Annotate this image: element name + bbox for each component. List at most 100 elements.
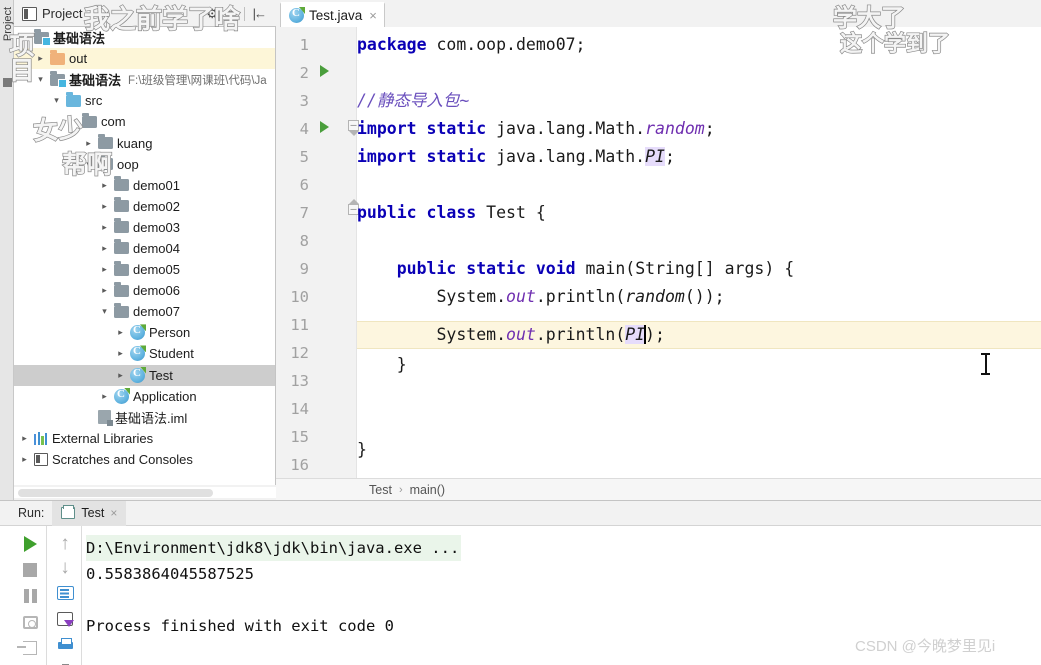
close-icon[interactable]: ×	[110, 506, 117, 520]
exit-icon[interactable]	[17, 637, 41, 659]
tree-item-label: External Libraries	[52, 430, 154, 446]
collapse-all-icon[interactable]: |←	[253, 6, 267, 21]
tree-item-iml[interactable]: 基础语法.iml	[14, 407, 275, 428]
chevron-right-icon[interactable]: ▸	[98, 201, 111, 212]
chevron-right-icon[interactable]: ▸	[98, 243, 111, 254]
project-hscroll-thumb[interactable]	[18, 489, 213, 497]
tree-item-[interactable]: ▾ 基础语法	[14, 27, 275, 48]
breadcrumb[interactable]: Test › main()	[276, 478, 1041, 500]
tree-item-com[interactable]: com	[14, 111, 275, 132]
tree-item-ScratchesandConsoles[interactable]: ▸ Scratches and Consoles	[14, 449, 275, 470]
soft-wrap-icon[interactable]	[54, 582, 76, 604]
tree-item-Person[interactable]: ▸ Person	[14, 322, 275, 343]
chevron-down-icon[interactable]: ▾	[98, 306, 111, 317]
tree-item-src[interactable]: ▾ src	[14, 90, 275, 111]
chevron-right-icon[interactable]: ▸	[98, 391, 111, 402]
tree-item-demo06[interactable]: ▸ demo06	[14, 280, 275, 301]
left-tool-strip: Project	[0, 0, 14, 500]
tree-item-[interactable]: ▾ 基础语法 F:\班级管理\网课班\代码\Ja	[14, 69, 275, 90]
tree-item-demo02[interactable]: ▸ demo02	[14, 196, 275, 217]
code-line-3: //静态导入包~	[357, 87, 469, 115]
pause-icon[interactable]	[19, 585, 41, 607]
random-call: random	[625, 287, 685, 306]
tree-item-Application[interactable]: ▸ Application	[14, 386, 275, 407]
tree-item-Test[interactable]: ▸ Test	[14, 364, 275, 386]
tree-item-Student[interactable]: ▸ Student	[14, 343, 275, 364]
breadcrumb-item-class[interactable]: Test	[369, 483, 392, 497]
run-tab-test[interactable]: Test ×	[52, 500, 127, 526]
line-number-7: 7	[299, 204, 309, 222]
project-tool-window-button[interactable]: Project	[2, 0, 14, 48]
line-number-12: 12	[290, 344, 309, 362]
project-tree-panel[interactable]: ▾ 基础语法 ▸ out ▾ 基础语法 F:\班级管理\网课班\代码\Ja ▾ src com ▸ k…	[14, 27, 276, 485]
tree-item-demo03[interactable]: ▸ demo03	[14, 217, 275, 238]
tree-item-label: Scratches and Consoles	[52, 451, 193, 467]
print-icon[interactable]	[54, 634, 76, 656]
pi-argument: PI	[625, 325, 646, 344]
tab-test-java[interactable]: Test.java ×	[280, 2, 385, 27]
trash-icon[interactable]	[54, 659, 76, 665]
tree-item-ExternalLibraries[interactable]: ▸ External Libraries	[14, 428, 275, 449]
chevron-right-icon[interactable]: ▸	[98, 285, 111, 296]
tree-item-demo05[interactable]: ▸ demo05	[14, 259, 275, 280]
excluded-folder-icon	[50, 49, 65, 65]
tree-item-label: out	[69, 51, 88, 67]
chevron-right-icon[interactable]: ▸	[18, 433, 31, 444]
chevron-right-icon[interactable]: ▸	[98, 222, 111, 233]
package-icon	[98, 155, 113, 171]
chevron-down-icon[interactable]: ▾	[50, 95, 63, 106]
random-tail: ());	[684, 287, 725, 306]
chevron-right-icon[interactable]: ▸	[18, 454, 31, 465]
chevron-right-icon[interactable]: ▸	[114, 327, 127, 338]
chevron-right-icon[interactable]: ▸	[114, 370, 127, 381]
semi-1: ;	[704, 119, 715, 138]
chevron-right-icon[interactable]: ▸	[82, 138, 95, 149]
tree-item-demo07[interactable]: ▾ demo07	[14, 301, 275, 322]
import-path-1: java.lang.Math.	[496, 119, 646, 138]
semi-2: ;	[664, 147, 675, 166]
tree-item-label: Student	[149, 346, 194, 362]
code-text-area[interactable]: package com.oop.demo07; //静态导入包~ import …	[357, 27, 1041, 478]
camera-icon[interactable]	[19, 611, 41, 633]
kw-static-1: static	[426, 119, 487, 138]
gear-icon[interactable]: ⚙	[204, 6, 220, 22]
chevron-right-icon[interactable]: ▸	[114, 348, 127, 359]
arrow-up-icon[interactable]: ↑	[54, 532, 76, 554]
window-icon	[22, 6, 37, 21]
tree-item-label: demo02	[133, 198, 180, 214]
code-editor[interactable]: 1 2 3 4 5 6 7 8 9 10 11 12 13 14 15 16 – – package com.…	[276, 27, 1041, 478]
system-ref-1: System.	[436, 287, 507, 306]
kw-public-1: public	[357, 203, 417, 222]
package-icon	[114, 197, 129, 213]
chevron-down-icon[interactable]: ▾	[34, 74, 47, 85]
close-icon[interactable]: ×	[369, 8, 377, 23]
run-tab-label: Test	[81, 506, 105, 520]
chevron-right-icon[interactable]: ▸	[34, 53, 47, 64]
breadcrumb-item-method[interactable]: main()	[410, 483, 445, 497]
chevron-down-icon[interactable]: ▾	[18, 32, 31, 43]
run-class-gutter-icon[interactable]	[320, 65, 329, 77]
kw-static-3: static	[466, 259, 526, 278]
run-method-gutter-icon[interactable]	[320, 121, 329, 133]
chevron-down-icon[interactable]: ▾	[82, 159, 95, 170]
rerun-icon[interactable]	[19, 533, 41, 555]
chevron-right-icon[interactable]: ▸	[98, 264, 111, 275]
kw-package: package	[357, 35, 427, 54]
stop-icon[interactable]	[19, 559, 41, 581]
tree-item-label: Test	[149, 367, 173, 383]
tree-item-demo04[interactable]: ▸ demo04	[14, 238, 275, 259]
scroll-to-end-icon[interactable]	[54, 608, 76, 630]
structure-tool-icon[interactable]	[3, 78, 12, 87]
tree-item-out[interactable]: ▸ out	[14, 48, 275, 70]
tree-item-oop[interactable]: ▾ oop	[14, 154, 275, 175]
line-number-5: 5	[299, 148, 309, 166]
libraries-icon	[34, 431, 48, 445]
package-icon	[114, 281, 129, 297]
console-line-command: D:\Environment\jdk8\jdk\bin\java.exe ...	[86, 535, 462, 561]
editor-gutter[interactable]: 1 2 3 4 5 6 7 8 9 10 11 12 13 14 15 16 – –	[276, 27, 359, 478]
chevron-right-icon[interactable]: ▸	[98, 180, 111, 191]
tree-item-kuang[interactable]: ▸ kuang	[14, 132, 275, 153]
tree-item-demo01[interactable]: ▸ demo01	[14, 175, 275, 196]
arrow-down-icon[interactable]: ↓	[54, 556, 76, 578]
chevron-down-icon[interactable]: ▾	[225, 6, 236, 22]
